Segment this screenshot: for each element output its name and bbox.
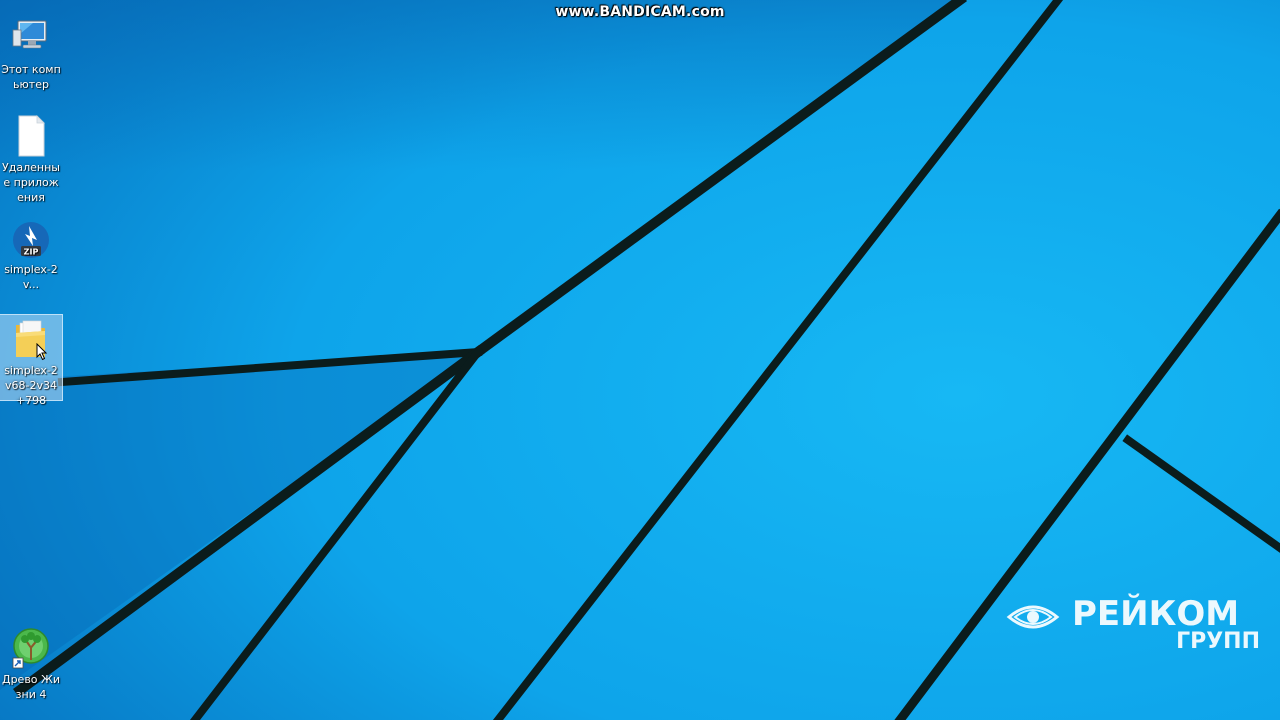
svg-text:ZIP: ZIP — [24, 248, 39, 257]
mouse-cursor-icon — [36, 343, 48, 361]
desktop-icon-label: Этот компьютер — [1, 63, 61, 91]
computer-icon — [11, 16, 51, 60]
zip-archive-icon: ZIP — [11, 216, 51, 260]
desktop-icon-this-pc[interactable]: Этот компьютер — [0, 14, 62, 92]
logo-sub-text: ГРУПП — [1176, 629, 1260, 654]
desktop-icon-label: simplex-2v... — [4, 263, 58, 291]
desktop-icon-label: simplex-2v68-2v34+798 — [4, 364, 58, 407]
desktop-icon-drevo-zhizni[interactable]: Древо Жизни 4 — [0, 624, 62, 702]
desktop-icon-label: Удаленные приложения — [2, 161, 60, 204]
eye-logo-icon — [1006, 605, 1060, 629]
blank-file-icon — [11, 114, 51, 158]
desktop-icon-simplex-folder[interactable]: simplex-2v68-2v34+798 — [0, 314, 63, 407]
bandicam-watermark: www.BANDICAM.com — [555, 4, 725, 20]
reikom-logo: РЕЙКОМ ГРУПП — [1004, 594, 1266, 660]
tree-app-icon — [11, 626, 51, 670]
desktop-icon-label: Древо Жизни 4 — [1, 673, 61, 701]
desktop[interactable]: www.BANDICAM.com Этот компьютер Удаленны… — [0, 0, 1280, 720]
desktop-icon-deleted-apps[interactable]: Удаленные приложения — [0, 112, 62, 205]
desktop-icon-simplex-zip[interactable]: ZIP simplex-2v... — [0, 214, 62, 292]
